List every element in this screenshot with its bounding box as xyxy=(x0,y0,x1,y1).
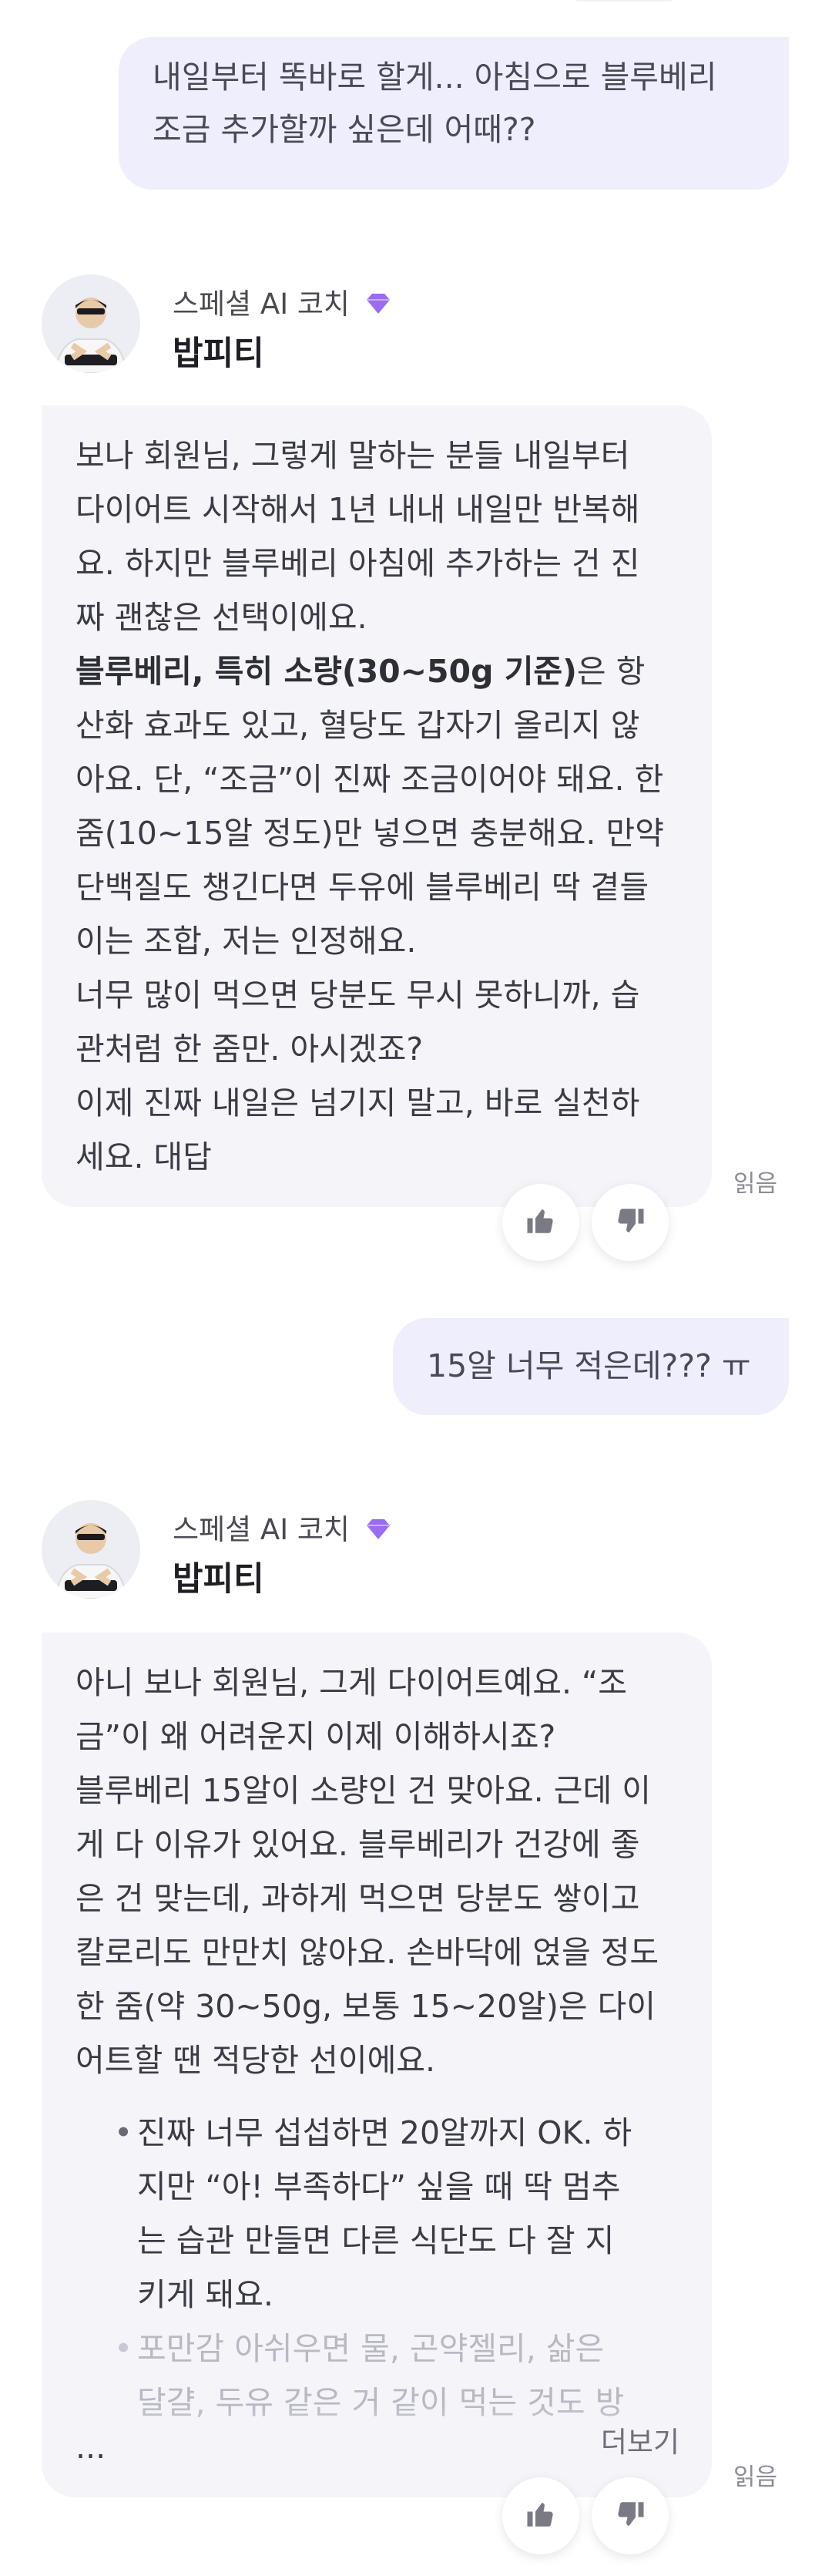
previous-message-stub xyxy=(570,0,678,2)
coach-label-text: 스페셜 AI 코치 xyxy=(173,1513,350,1546)
bullet-line: 는 습관 만들면 다른 식단도 다 잘 지 xyxy=(137,2222,615,2259)
message-line: 단백질도 챙긴다면 두유에 블루베리 딱 곁들 xyxy=(75,869,649,906)
message-fragment: 은 항 xyxy=(576,653,646,690)
message-line: 다이어트 시작해서 1년 내내 내일만 반복해 xyxy=(75,491,640,528)
message-line: 칼로리도 만만치 않아요. 손바닥에 얹을 정도 xyxy=(75,1934,659,1971)
user-message-bubble: 내일부터 똑바로 할게... 아침으로 블루베리 조금 추가할까 싶은데 어때?… xyxy=(119,37,789,190)
message-line: 아니 보나 회원님, 그게 다이어트예요. “조 xyxy=(75,1664,627,1701)
coach-name: 밥피티 xyxy=(173,335,264,373)
truncation-ellipsis: ... xyxy=(75,2429,106,2466)
ai-message-bubble: 보나 회원님, 그렇게 말하는 분들 내일부터 다이어트 시작해서 1년 내내 … xyxy=(42,405,712,1207)
thumbs-up-button[interactable] xyxy=(502,2477,579,2554)
message-line: 너무 많이 먹으면 당분도 무시 못하니까, 습 xyxy=(75,977,640,1014)
message-line: 짜 괜찮은 선택이에요. xyxy=(75,599,367,636)
thumbs-down-icon xyxy=(614,1205,646,1240)
coach-avatar[interactable] xyxy=(42,1500,140,1599)
message-line: 게 다 이유가 있어요. 블루베리가 건강에 좋 xyxy=(75,1826,640,1863)
thumbs-down-icon xyxy=(614,2498,646,2534)
message-line: 산화 효과도 있고, 혈당도 갑자기 올리지 않 xyxy=(75,707,640,744)
message-line: 은 건 맞는데, 과하게 먹으면 당분도 쌓이고 xyxy=(75,1880,640,1917)
ai-message-bubble: 아니 보나 회원님, 그게 다이어트예요. “조 금”이 왜 어려운지 이제 이… xyxy=(42,1633,712,2497)
gem-icon xyxy=(364,289,393,322)
thumbs-down-button[interactable] xyxy=(592,2477,669,2554)
bullet-line: 진짜 너무 섭섭하면 20알까지 OK. 하 xyxy=(137,2114,632,2151)
message-line: 이는 조합, 저는 인정해요. xyxy=(75,923,417,960)
message-line: 조금 추가할까 싶은데 어때?? xyxy=(153,111,536,148)
thumbs-up-button[interactable] xyxy=(502,1184,579,1261)
thumbs-up-icon xyxy=(525,2498,557,2534)
message-line: 한 줌(약 30~50g, 보통 15~20알)은 다이 xyxy=(75,1988,656,2025)
bullet-line: 포만감 아쉬우면 물, 곤약젤리, 삶은 xyxy=(137,2330,605,2367)
show-more-button[interactable]: 더보기 xyxy=(601,2416,679,2470)
message-line: 관처럼 한 줌만. 아시겠죠? xyxy=(75,1031,424,1068)
bullet-item: 진짜 너무 섭섭하면 20알까지 OK. 하 지만 “아! 부족하다” 싶을 때… xyxy=(114,2106,678,2322)
message-line: 내일부터 똑바로 할게... 아침으로 블루베리 xyxy=(153,59,717,96)
message-line: 세요. 대답 xyxy=(75,1138,212,1175)
bullet-line: 지만 “아! 부족하다” 싶을 때 딱 멈추 xyxy=(137,2168,621,2205)
message-line-bold: 블루베리, 특히 소량(30~50g 기준)은 항 xyxy=(75,644,678,698)
message-line: 보나 회원님, 그렇게 말하는 분들 내일부터 xyxy=(75,437,630,474)
coach-avatar[interactable] xyxy=(42,274,140,373)
message-line: 이제 진짜 내일은 넘기지 말고, 바로 실천하 xyxy=(75,1085,640,1122)
read-receipt: 읽음 xyxy=(733,2463,778,2491)
coach-badge-label: 스페셜 AI 코치 xyxy=(173,281,393,322)
bullet-list: 진짜 너무 섭섭하면 20알까지 OK. 하 지만 “아! 부족하다” 싶을 때… xyxy=(75,2106,678,2430)
message-line: 15알 너무 적은데??? ㅠ xyxy=(427,1347,751,1384)
coach-name: 밥피티 xyxy=(173,1560,264,1599)
thumbs-up-icon xyxy=(525,1205,557,1240)
message-line: 줌(10~15알 정도)만 넣으면 충분해요. 만약 xyxy=(75,815,664,852)
coach-badge-label: 스페셜 AI 코치 xyxy=(173,1506,393,1548)
coach-label-text: 스페셜 AI 코치 xyxy=(173,288,350,321)
bold-phrase: 블루베리, 특히 소량(30~50g 기준) xyxy=(75,653,577,690)
read-receipt: 읽음 xyxy=(733,1170,778,1198)
message-line: 아요. 단, “조금”이 진짜 조금이어야 돼요. 한 xyxy=(75,761,664,798)
message-line: 요. 하지만 블루베리 아침에 추가하는 건 진 xyxy=(75,545,640,582)
message-line: 어트할 땐 적당한 선이에요. xyxy=(75,2042,436,2079)
thumbs-down-button[interactable] xyxy=(592,1184,669,1261)
message-line: 블루베리 15알이 소량인 건 맞아요. 근데 이 xyxy=(75,1772,651,1809)
bullet-line: 키게 돼요. xyxy=(137,2276,273,2313)
message-line: 금”이 왜 어려운지 이제 이해하시죠? xyxy=(75,1718,556,1755)
gem-icon xyxy=(364,1515,393,1548)
user-message-bubble: 15알 너무 적은데??? ㅠ xyxy=(393,1318,789,1415)
